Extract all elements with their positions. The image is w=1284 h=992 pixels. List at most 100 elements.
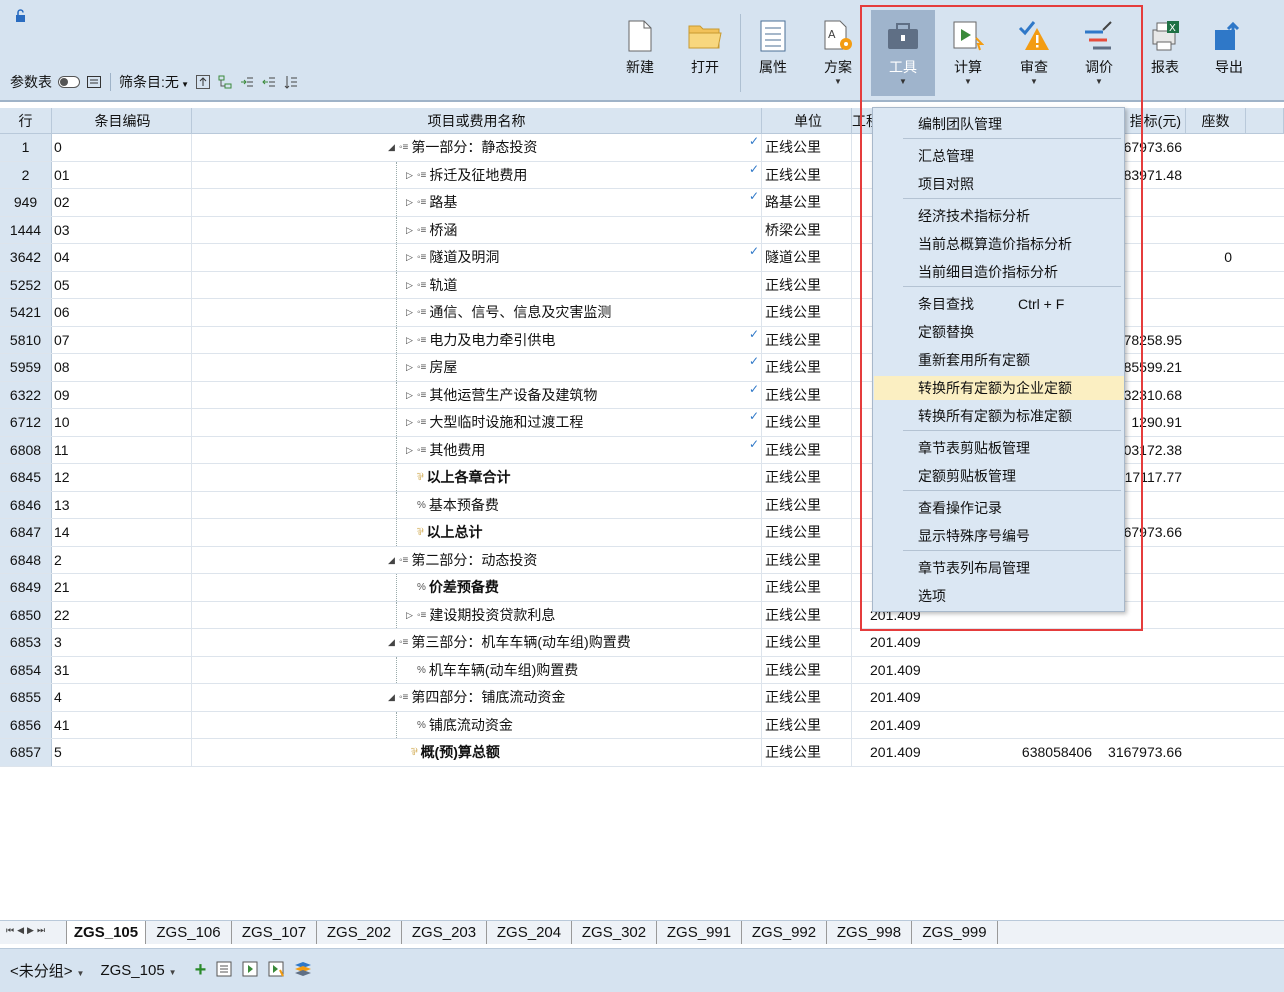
quantity-cell: 201.409 xyxy=(870,744,921,760)
expand-arrow-icon[interactable]: ▷ xyxy=(406,162,416,189)
percent-icon: % xyxy=(417,499,426,511)
tree-guide-line xyxy=(396,244,397,271)
table-row[interactable]: 6855 4 ◢ ◦≡ 第四部分：铺底流动资金 正线公里 201.409 xyxy=(0,684,1284,712)
new-button[interactable]: 新建 xyxy=(608,10,672,96)
sheet-tab[interactable]: ZGS_302 xyxy=(572,921,657,944)
name-content: ▷ ◦≡ 拆迁及征地费用 xyxy=(406,162,527,189)
header-code[interactable]: 条目编码 xyxy=(52,108,192,133)
expand-arrow-icon[interactable]: ▷ xyxy=(406,382,416,409)
sheet-tab[interactable]: ZGS_107 xyxy=(232,921,317,944)
sheet-tab[interactable]: ZGS_992 xyxy=(742,921,827,944)
table-row[interactable]: 6853 3 ◢ ◦≡ 第三部分：机车车辆(动车组)购置费 正线公里 201.409 xyxy=(0,629,1284,657)
expand-arrow-icon[interactable]: ▷ xyxy=(406,354,416,381)
seats-cell xyxy=(1186,272,1246,299)
param-table-toggle[interactable] xyxy=(58,76,80,88)
expand-arrow-icon[interactable]: ▷ xyxy=(406,189,416,216)
percent-icon: % xyxy=(417,719,426,731)
sheet-tab[interactable]: ZGS_204 xyxy=(487,921,572,944)
row-number-cell: 6322 xyxy=(0,381,52,408)
filler-cell xyxy=(1246,602,1284,629)
table-row[interactable]: 685431%机车车辆(动车组)购置费指标 ▼正线公里 201.409 xyxy=(0,656,1284,684)
filler-cell xyxy=(1246,437,1284,464)
expand-arrow-icon[interactable]: ▷ xyxy=(406,217,416,244)
run-all-icon[interactable] xyxy=(268,961,285,981)
properties-button[interactable]: 属性 xyxy=(741,10,805,96)
sheet-dropdown[interactable]: ZGS_105 ▼ xyxy=(100,962,176,979)
table-row[interactable]: 68575⅌概(预)算总额✓合计 ▼(1~16)[合价]*1...正线公里 201… xyxy=(0,739,1284,767)
item-name: 路基 xyxy=(429,194,458,210)
unit-cell: 正线公里 xyxy=(762,519,852,546)
seats-cell xyxy=(1186,684,1246,711)
sheet-tab[interactable]: ZGS_999 xyxy=(912,921,998,944)
expand-arrow-icon[interactable]: ▷ xyxy=(406,409,416,436)
collapse-arrow-icon[interactable]: ◢ xyxy=(388,629,398,656)
list-icon[interactable] xyxy=(86,74,102,90)
expand-arrow-icon[interactable]: ▷ xyxy=(406,299,416,326)
filler-cell xyxy=(1246,657,1284,684)
header-seats[interactable]: 座数 xyxy=(1186,108,1246,133)
expand-arrow-icon[interactable]: ▷ xyxy=(406,437,416,464)
indent-icon[interactable] xyxy=(239,74,255,90)
unit-cell: 正线公里 xyxy=(762,656,852,683)
name-content: ▷ ◦≡ 其他运营生产设备及建筑物 xyxy=(406,382,597,409)
list-view-icon[interactable] xyxy=(216,961,232,981)
unit-cell: 正线公里 xyxy=(762,436,852,463)
export-button[interactable]: 导出 xyxy=(1197,10,1261,96)
unlock-icon[interactable] xyxy=(14,9,28,23)
collapse-arrow-icon[interactable]: ◢ xyxy=(388,547,398,574)
seats-cell xyxy=(1186,547,1246,574)
quantity-cell: 201.409 xyxy=(870,716,921,733)
seats-cell xyxy=(1186,574,1246,601)
sheet-tab[interactable]: ZGS_991 xyxy=(657,921,742,944)
chapter-icon: ◦≡ xyxy=(417,197,427,208)
filler-cell xyxy=(1246,464,1284,491)
filler-cell xyxy=(1246,327,1284,354)
play-icon[interactable] xyxy=(242,961,258,981)
sheet-tab[interactable]: ZGS_202 xyxy=(317,921,402,944)
sheet-tab[interactable]: ZGS_203 xyxy=(402,921,487,944)
quantity-cell: 201.409 xyxy=(870,661,921,678)
seats-cell xyxy=(1186,602,1246,629)
chapter-icon: ◦≡ xyxy=(399,637,409,648)
expand-arrow-icon[interactable]: ▷ xyxy=(406,602,416,629)
expand-arrow-icon[interactable]: ▷ xyxy=(406,244,416,271)
open-button[interactable]: 打开 xyxy=(673,10,737,96)
properties-label: 属性 xyxy=(759,59,787,75)
name-cell: ▷ ◦≡ 建设期投资贷款利息 xyxy=(192,601,762,629)
expand-arrow-icon[interactable]: ▷ xyxy=(406,327,416,354)
expand-arrow-icon[interactable]: ▷ xyxy=(406,272,416,299)
sort-icon[interactable] xyxy=(283,74,299,90)
seats-cell xyxy=(1186,327,1246,354)
filter-label: 筛条目:无 xyxy=(119,74,179,90)
header-name[interactable]: 项目或费用名称 xyxy=(192,108,762,133)
item-name: 以上各章合计 xyxy=(426,469,511,485)
properties-icon xyxy=(753,16,793,56)
tab-navigation-arrows[interactable]: ⏮◀▶⏭ xyxy=(6,925,48,936)
filter-dropdown[interactable]: 筛条目:无 ▼ xyxy=(119,72,189,92)
filler-cell xyxy=(1246,189,1284,216)
sheet-tab[interactable]: ZGS_998 xyxy=(827,921,912,944)
outdent-icon[interactable] xyxy=(261,74,277,90)
header-row-no[interactable]: 行 xyxy=(0,108,52,133)
collapse-arrow-icon[interactable]: ◢ xyxy=(388,134,398,161)
item-name: 价差预备费 xyxy=(428,579,499,595)
tree-guide-line xyxy=(396,271,397,298)
index-cell xyxy=(1096,684,1186,711)
percent-icon: % xyxy=(417,664,426,676)
add-icon[interactable]: + xyxy=(195,959,207,982)
sheet-tab[interactable]: ZGS_106 xyxy=(146,921,232,944)
tree-icon[interactable] xyxy=(217,74,233,90)
group-dropdown[interactable]: <未分组> ▼ xyxy=(10,960,84,981)
sheet-tab[interactable]: ZGS_105 xyxy=(66,921,146,944)
seats-cell xyxy=(1186,437,1246,464)
check-icon: ✓ xyxy=(748,244,759,258)
layers-icon[interactable] xyxy=(294,961,312,981)
seats-cell xyxy=(1186,657,1246,684)
header-unit[interactable]: 单位 xyxy=(762,108,852,133)
filler-cell xyxy=(1246,244,1284,271)
collapse-arrow-icon[interactable]: ◢ xyxy=(388,684,398,711)
table-row[interactable]: 685641%铺底流动资金指标 ▼正线公里 201.409 xyxy=(0,711,1284,739)
move-up-icon[interactable] xyxy=(195,74,211,90)
tree-guide-line xyxy=(396,354,397,381)
row-number-cell: 5959 xyxy=(0,354,52,381)
